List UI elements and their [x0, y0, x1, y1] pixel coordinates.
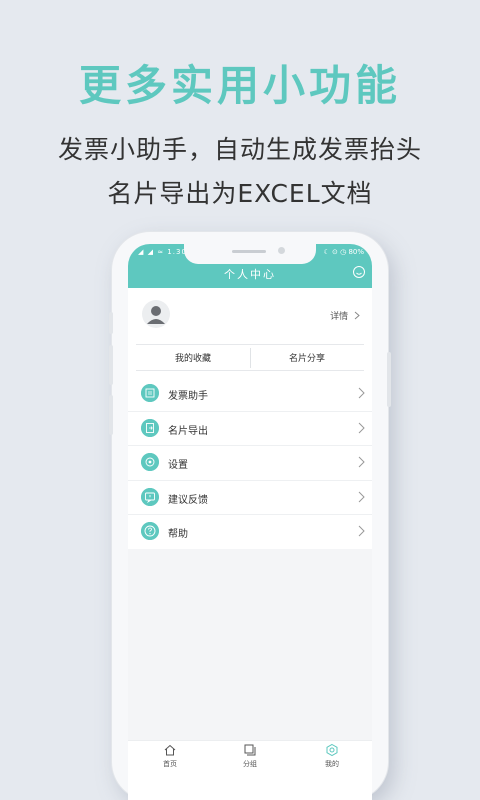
phone-side-button: [109, 312, 113, 334]
help-icon: [141, 522, 159, 541]
home-icon: [164, 744, 176, 756]
nav-item-home[interactable]: 首页: [140, 743, 200, 769]
tabs-row: 我的收藏 名片分享: [136, 344, 364, 370]
bottom-nav: 首页 分组 我的: [128, 740, 372, 780]
menu-item-help[interactable]: 帮助: [128, 515, 372, 550]
menu-item-feedback[interactable]: 建议反馈: [128, 481, 372, 516]
status-bar-right: ☾ ⊙ ◷ 80%: [323, 248, 364, 256]
menu-item-invoice-assistant[interactable]: 发票助手: [128, 377, 372, 412]
phone-power-button: [387, 352, 391, 407]
invoice-icon: [141, 384, 159, 402]
menu-item-label: 建议反馈: [168, 494, 208, 506]
tab-favorites[interactable]: 我的收藏: [136, 351, 250, 364]
details-label: 详情: [330, 312, 349, 322]
phone-notch: [184, 244, 316, 264]
menu-item-settings[interactable]: 设置: [128, 446, 372, 481]
feedback-icon: [141, 487, 159, 506]
settings-icon: [141, 453, 159, 472]
smiley-icon[interactable]: [352, 265, 366, 279]
promo-subtitle-line1: 发票小助手，自动生成发票抬头: [57, 135, 422, 164]
tab-card-share[interactable]: 名片分享: [250, 351, 364, 364]
page-title: 个人中心: [224, 268, 276, 281]
phone-volume-down: [109, 395, 113, 435]
divider: [136, 370, 364, 371]
menu-item-card-export[interactable]: 名片导出: [128, 412, 372, 447]
chevron-right-icon: [358, 526, 365, 537]
phone-volume-up: [109, 345, 113, 385]
chevron-right-icon: [358, 387, 365, 399]
phone-camera: [278, 247, 285, 254]
chevron-right-icon: [354, 311, 360, 320]
empty-content-area: [128, 549, 372, 744]
chevron-right-icon: [358, 422, 365, 433]
promo-subtitle-line2: 名片导出为EXCEL文档: [107, 179, 373, 208]
phone-speaker: [232, 250, 266, 253]
menu-item-label: 设置: [168, 460, 188, 472]
menu-item-label: 帮助: [168, 529, 188, 541]
menu-item-label: 发票助手: [168, 391, 208, 402]
phone-screen: ◢ ◢ ≈ 1.30K ☾ ⊙ ◷ 80% 个人中心 详情 我的收藏 名片分享: [128, 244, 372, 800]
chevron-right-icon: [358, 491, 365, 503]
nav-label: 分组: [243, 760, 257, 768]
nav-item-mine[interactable]: 我的: [302, 743, 362, 769]
group-icon: [244, 744, 256, 756]
profile-row[interactable]: 详情: [128, 294, 372, 338]
avatar[interactable]: [142, 300, 170, 328]
menu-list: 发票助手 名片导出 设置 建议反馈 帮助: [128, 377, 372, 550]
user-icon: [147, 306, 165, 324]
promo-title: 更多实用小功能: [78, 61, 401, 110]
details-link[interactable]: 详情: [330, 309, 360, 322]
profile-icon: [326, 743, 338, 757]
chevron-right-icon: [358, 456, 365, 468]
nav-label: 我的: [325, 760, 339, 768]
nav-item-group[interactable]: 分组: [220, 743, 280, 769]
menu-item-label: 名片导出: [168, 425, 208, 437]
export-icon: [141, 418, 159, 437]
nav-label: 首页: [163, 760, 177, 768]
